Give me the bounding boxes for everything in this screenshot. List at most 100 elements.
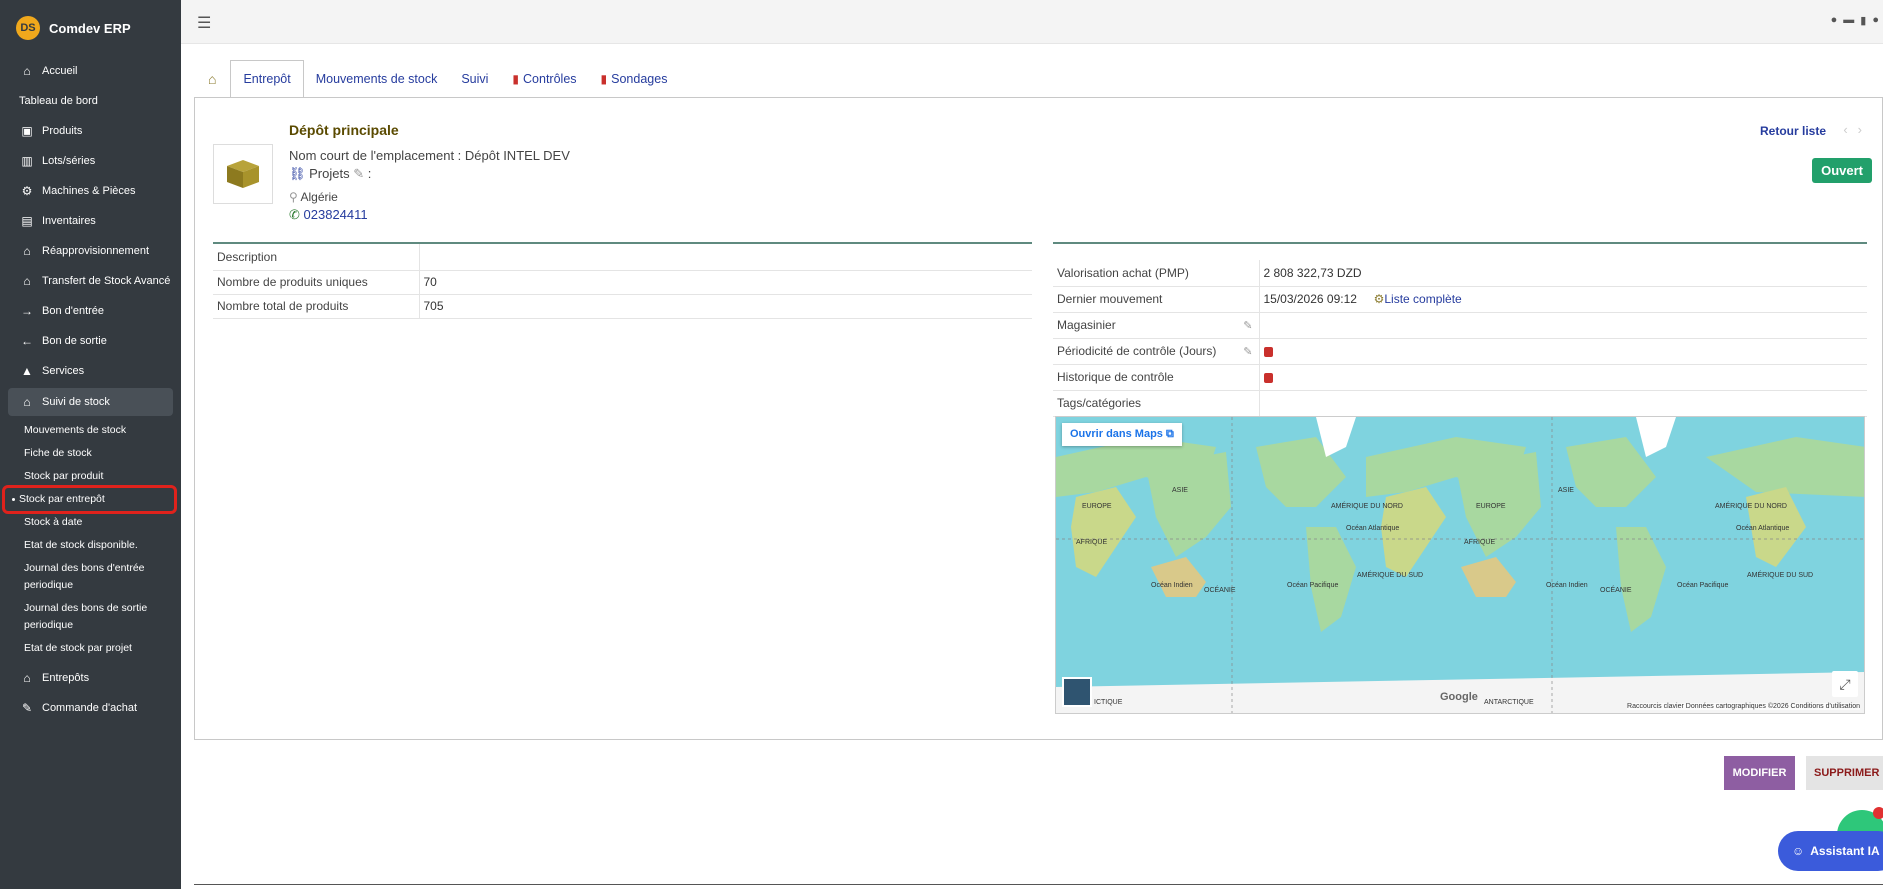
projects-label: Projets [309,166,350,181]
cogs-icon: ⚙ [21,184,33,198]
map-label: Océan Indien [1546,582,1588,589]
sidebar-item[interactable]: ⌂ Transfert de Stock Avancé [0,266,181,296]
assistant-label: Assistant IA [1810,844,1880,858]
sidebar-item[interactable]: ⌂ Réapprovisionnement [0,236,181,266]
sidebar-item[interactable]: → Bon d'entrée [0,296,181,326]
tab[interactable]: Mouvements de stock [304,61,450,97]
assistant-ia-button[interactable]: ☺ Assistant IA [1778,831,1883,871]
row-label: Nombre de produits uniques [213,270,420,295]
last-movement-value: 15/03/2026 09:12 [1263,292,1357,306]
warehouse-icon[interactable]: ⌂ [200,61,230,97]
sidebar-item[interactable]: Tableau de bord [0,86,181,116]
sidebar-item[interactable]: ⌂ Entrepôts [0,663,181,693]
sidebar-item-label: Bon d'entrée [42,305,105,317]
edit-pencil-icon[interactable]: ✎ [1243,319,1252,332]
row-value: 70 [419,270,1032,295]
map-label: Océan Atlantique [1346,525,1400,532]
tab-label: Entrepôt [243,72,291,86]
notification-icon[interactable]: ● [1831,14,1838,27]
sidebar-item-label: Inventaires [42,215,96,227]
full-list-link[interactable]: Liste complète [1384,292,1461,306]
table-row: Nombre de produits uniques 70 [213,270,1032,295]
map-type-toggle[interactable] [1062,677,1092,707]
sidebar-item[interactable]: ✎ Commande d'achat [0,693,181,723]
record-nav-arrows[interactable]: ‹› [1843,122,1872,137]
sidebar-item[interactable]: ⌂ Accueil [0,56,181,86]
clipboard-check-icon[interactable] [1263,372,1273,383]
tags-value [1259,390,1867,417]
projects-suffix: : [367,166,372,181]
map-label: ICTIQUE [1094,699,1123,706]
edit-pencil-icon[interactable]: ✎ [1243,345,1252,358]
sidebar-sub-item-label: Etat de stock par projet [24,642,132,654]
control-period-label: Périodicité de contrôle (Jours) [1057,344,1217,358]
map-label: EUROPE [1476,503,1506,510]
sidebar-item[interactable]: ▣ Produits [0,116,181,146]
sidebar-item[interactable]: ▥ Lots/séries [0,146,181,176]
delete-button[interactable]: SUPPRIMER [1806,756,1883,790]
table-row: Dernier mouvement 15/03/2026 09:12 ⚙List… [1053,286,1867,313]
robot-icon: ☺ [1792,844,1805,858]
storekeeper-label: Magasinier [1057,318,1116,332]
menu-toggle-icon[interactable]: ☰ [197,13,211,33]
sidebar-item[interactable]: ← Bon de sortie [0,326,181,356]
location-map[interactable]: Ouvrir dans Maps ⧉ ASIE EUROPE AFRIQUE A… [1055,416,1865,714]
country-value: Algérie [300,190,338,204]
sidebar-sub-item[interactable]: Etat de stock par projet [0,640,181,657]
table-row: Nombre total de produits 705 [213,294,1032,319]
map-label: Océan Atlantique [1736,525,1790,532]
projects-row: ⛓ Projets ✎ : [289,166,371,182]
map-label: OCÉANIE [1204,587,1236,594]
edit-pencil-icon[interactable]: ✎ [353,166,364,181]
sidebar-sub-item[interactable]: Stock par produit [0,468,181,485]
sidebar-sub-item[interactable]: Stock par entrepôt [0,485,181,514]
open-in-maps-button[interactable]: Ouvrir dans Maps ⧉ [1062,423,1182,446]
modify-button[interactable]: MODIFIER [1724,756,1795,790]
sidebar-sub-item[interactable]: Journal des bons d'entrée periodique [0,560,181,594]
clipboard-icon[interactable]: ▮ [1860,14,1866,27]
map-label: Océan Pacifique [1677,582,1729,589]
footer-divider [194,884,1883,885]
sidebar-sub-item-label: Stock par produit [24,470,104,482]
user-avatar-icon[interactable]: ● [1872,14,1879,27]
sidebar-item[interactable]: ⌂ Suivi de stock [8,388,173,416]
brand[interactable]: DS Comdev ERP [0,0,181,56]
chat-icon[interactable]: ▬ [1843,14,1854,27]
phone-value[interactable]: 023824411 [304,207,368,222]
phone-row[interactable]: ✆ 023824411 [289,207,368,223]
clipboard-check-icon: ▮ [512,72,520,86]
sidebar-item-label: Lots/séries [42,155,96,167]
topbar-icons: ● ▬ ▮ ● [1831,14,1879,27]
clipboard-check-icon[interactable] [1263,346,1273,357]
tab-label: Mouvements de stock [315,72,438,86]
back-to-list-link[interactable]: Retour liste [1760,124,1826,138]
table-row: Historique de contrôle [1053,364,1867,391]
sidebar-sub-item[interactable]: Etat de stock disponible. [0,537,181,554]
brand-name: Comdev ERP [49,20,131,36]
row-label: Description [213,244,420,271]
prev-record-icon[interactable]: ‹ [1843,122,1857,137]
sidebar-item[interactable]: ⚙ Machines & Pièces [0,176,181,206]
sidebar-sub-item[interactable]: Fiche de stock [0,445,181,462]
table-row: Valorisation achat (PMP) 2 808 322,73 DZ… [1053,260,1867,287]
sidebar-item-label: Commande d'achat [42,702,138,714]
sidebar-sub-item[interactable]: Journal des bons de sortie periodique [0,600,181,634]
tab[interactable]: ▮ Contrôles [500,61,588,97]
sidebar-sub-item[interactable]: Mouvements de stock [0,422,181,439]
map-marker-icon: ⚲ [289,190,298,204]
sidebar-item[interactable]: ▲ Services [0,356,181,386]
tab[interactable]: ▮ Sondages [589,61,680,97]
map-footer: Raccourcis clavier Données cartographiqu… [1627,703,1860,710]
boxes-icon: ▤ [21,214,33,228]
sidebar-sub-item[interactable]: Stock à date [0,514,181,531]
open-box-icon [227,160,259,188]
warehouse-icon: ⌂ [23,671,31,685]
sidebar-item[interactable]: ▤ Inventaires [0,206,181,236]
tab[interactable]: Entrepôt [230,60,304,97]
map-label: ASIE [1558,487,1574,494]
fullscreen-icon[interactable]: ⤢ [1832,671,1858,697]
next-record-icon[interactable]: › [1858,122,1872,137]
sidebar-item-label: Suivi de stock [42,396,110,408]
row-value: 705 [419,294,1032,319]
tab[interactable]: Suivi [449,61,500,97]
